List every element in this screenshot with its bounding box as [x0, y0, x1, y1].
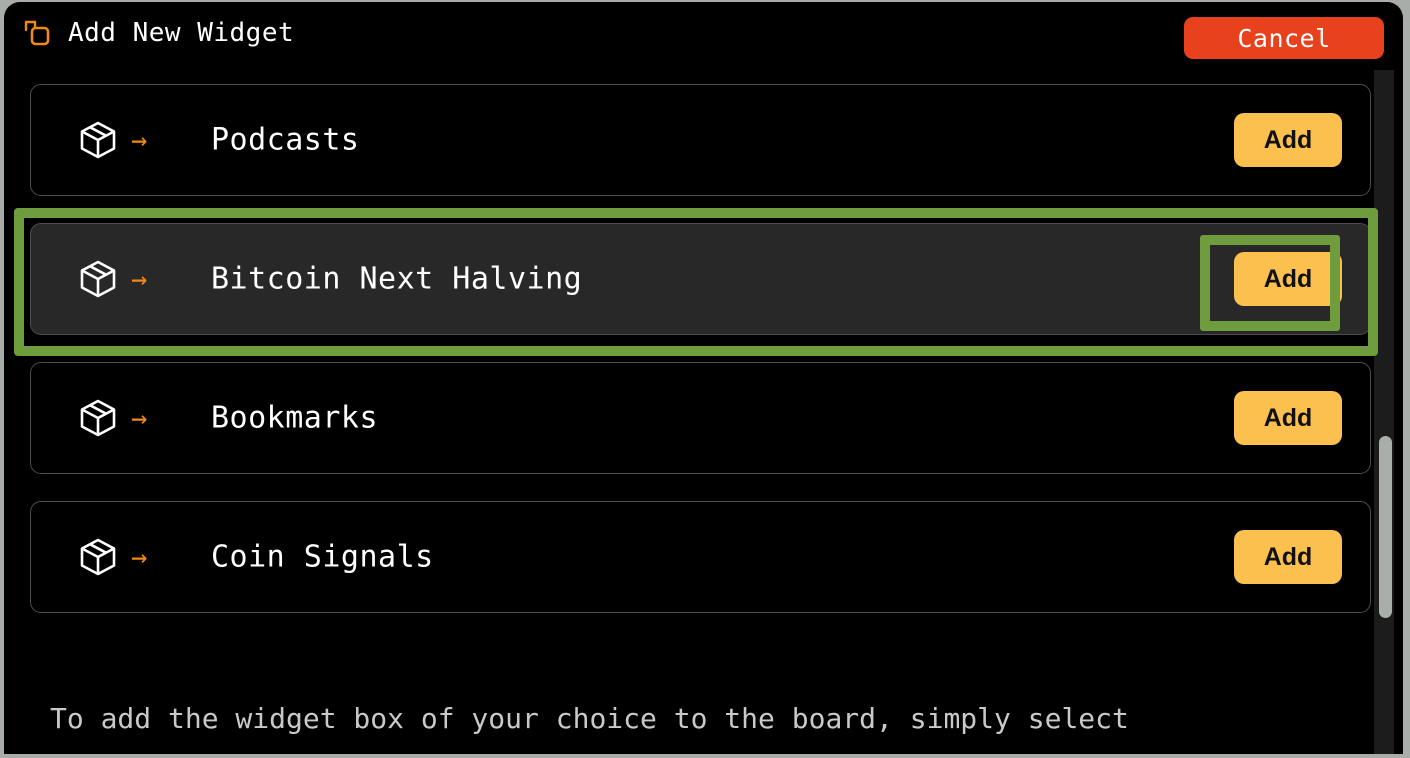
- widget-row-podcasts[interactable]: → Podcasts Add: [30, 84, 1371, 196]
- widget-row-label: Coin Signals: [211, 539, 434, 575]
- arrow-right-icon: →: [131, 263, 148, 295]
- add-button[interactable]: Add: [1234, 252, 1342, 306]
- widget-row-label: Podcasts: [211, 122, 360, 158]
- dialog-title-group: Add New Widget: [22, 18, 294, 48]
- widget-row-icon-group: →: [77, 502, 147, 612]
- page-left-edge: [0, 0, 4, 758]
- package-box-icon: [77, 258, 119, 300]
- copy-icon: [22, 18, 52, 48]
- add-widget-dialog: Add New Widget Cancel → Podcasts Add → B…: [4, 2, 1403, 756]
- widget-row-icon-group: →: [77, 85, 147, 195]
- add-button[interactable]: Add: [1234, 530, 1342, 584]
- widget-row-bookmarks[interactable]: → Bookmarks Add: [30, 362, 1371, 474]
- widget-row-icon-group: →: [77, 363, 147, 473]
- package-box-icon: [77, 536, 119, 578]
- add-button[interactable]: Add: [1234, 113, 1342, 167]
- page-title: Add New Widget: [68, 18, 295, 48]
- widget-row-icon-group: →: [77, 224, 147, 334]
- arrow-right-icon: →: [131, 402, 148, 434]
- dialog-header: Add New Widget Cancel: [4, 2, 1403, 74]
- arrow-right-icon: →: [131, 124, 148, 156]
- add-button[interactable]: Add: [1234, 391, 1342, 445]
- widget-row-label: Bookmarks: [211, 400, 379, 436]
- screen-root: Add New Widget Cancel → Podcasts Add → B…: [0, 0, 1410, 758]
- widget-row-bitcoin-next-halving[interactable]: → Bitcoin Next Halving Add: [30, 223, 1371, 335]
- scrollbar-track[interactable]: [1374, 70, 1394, 756]
- arrow-right-icon: →: [131, 541, 148, 573]
- page-right-edge: [1403, 0, 1410, 758]
- page-bottom-edge: [0, 754, 1410, 758]
- scrollbar-thumb[interactable]: [1379, 436, 1392, 618]
- widget-list: → Podcasts Add → Bitcoin Next Halving Ad…: [4, 74, 1403, 684]
- dialog-description: To add the widget box of your choice to …: [50, 702, 1129, 735]
- cancel-button[interactable]: Cancel: [1184, 17, 1384, 59]
- widget-row-coin-signals[interactable]: → Coin Signals Add: [30, 501, 1371, 613]
- widget-row-label: Bitcoin Next Halving: [211, 261, 583, 297]
- package-box-icon: [77, 397, 119, 439]
- package-box-icon: [77, 119, 119, 161]
